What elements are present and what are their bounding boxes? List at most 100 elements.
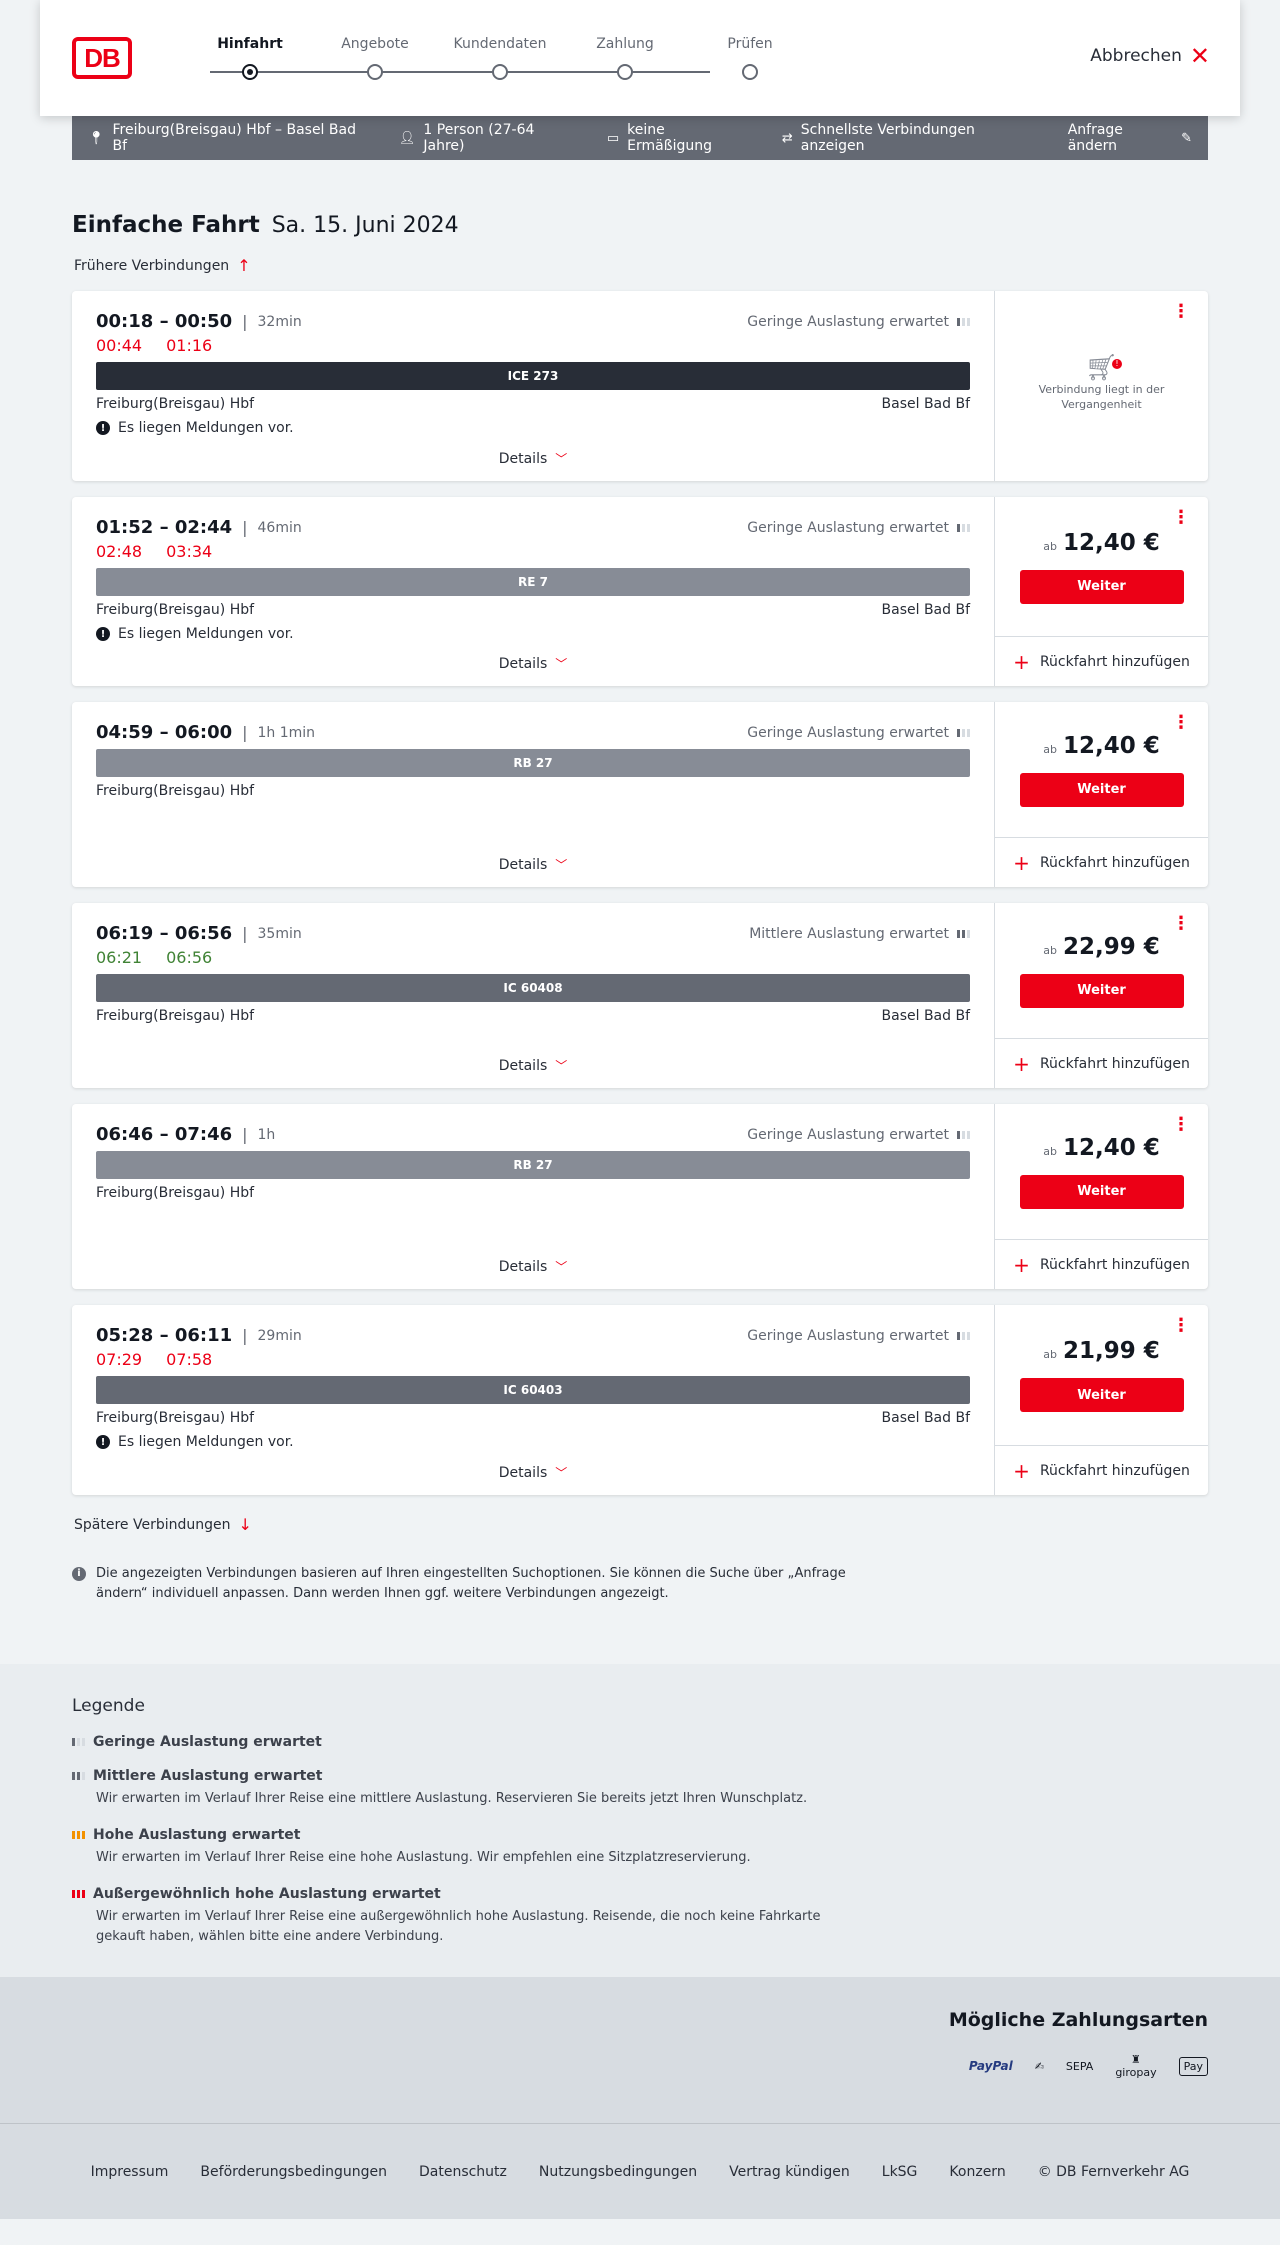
- more-options-icon[interactable]: ⋮: [1172, 509, 1190, 527]
- price: ab 12,40 €: [1043, 733, 1160, 759]
- train-bar[interactable]: RE 7: [96, 568, 970, 596]
- notice: ! Es liegen Meldungen vor.: [96, 419, 970, 437]
- occupancy-indicator: Geringe Auslastung erwartet: [747, 1127, 970, 1143]
- from-station: Freiburg(Breisgau) Hbf: [96, 396, 255, 412]
- add-return-button[interactable]: + Rückfahrt hinzufügen: [995, 636, 1208, 686]
- earlier-connections-link[interactable]: Frühere Verbindungen ↑: [74, 256, 1208, 275]
- continue-button[interactable]: Weiter: [1019, 973, 1184, 1008]
- footer-link-lksg[interactable]: LkSG: [882, 2164, 918, 2180]
- details-toggle[interactable]: Details ﹀: [72, 1057, 994, 1074]
- train-bar[interactable]: RB 27: [96, 749, 970, 777]
- trip-date: Sa. 15. Juni 2024: [271, 213, 459, 238]
- add-return-label: Rückfahrt hinzufügen: [1039, 1462, 1190, 1479]
- from-station: Freiburg(Breisgau) Hbf: [96, 602, 255, 618]
- page-title: Einfache Fahrt Sa. 15. Juni 2024: [72, 212, 1208, 238]
- more-options-icon[interactable]: ⋮: [1172, 303, 1190, 321]
- paypal-logo: PayPal: [968, 2059, 1013, 2073]
- more-options-icon[interactable]: ⋮: [1172, 1116, 1190, 1134]
- connection-info: 06:46 – 07:46 | 1h Geringe Auslastung er…: [72, 1104, 994, 1289]
- price: ab 12,40 €: [1043, 530, 1160, 556]
- continue-button[interactable]: Weiter: [1019, 569, 1184, 604]
- earlier-label: Frühere Verbindungen: [74, 257, 230, 274]
- train-bar[interactable]: RB 27: [96, 1151, 970, 1179]
- alert-icon: !: [96, 627, 110, 641]
- chevron-down-icon: ﹀: [555, 452, 568, 466]
- add-return-label: Rückfahrt hinzufügen: [1039, 1256, 1190, 1273]
- more-options-icon[interactable]: ⋮: [1172, 714, 1190, 732]
- more-options-icon[interactable]: ⋮: [1172, 915, 1190, 933]
- footer-link-vertrag-kuendigen[interactable]: Vertrag kündigen: [729, 2164, 850, 2180]
- step-pruefen[interactable]: Prüfen: [690, 36, 810, 80]
- cancel-label: Abbrechen: [1090, 46, 1182, 66]
- results-main: Einfache Fahrt Sa. 15. Juni 2024 Frühere…: [72, 212, 1208, 1604]
- to-station: Basel Bad Bf: [881, 1008, 970, 1024]
- step-dot: [492, 64, 508, 80]
- step-hinfahrt[interactable]: Hinfahrt: [190, 36, 310, 80]
- continue-button[interactable]: Weiter: [1019, 1174, 1184, 1209]
- occupancy-text: Geringe Auslastung erwartet: [747, 1328, 949, 1344]
- notice-text: Es liegen Meldungen vor.: [118, 1434, 294, 1450]
- add-return-button[interactable]: + Rückfahrt hinzufügen: [995, 837, 1208, 887]
- details-toggle[interactable]: Details ﹀: [72, 856, 994, 873]
- details-label: Details: [498, 1258, 548, 1275]
- realtime-departure: 06:21: [96, 948, 143, 967]
- chevron-down-icon: ﹀: [555, 858, 568, 872]
- payment-methods-section: Mögliche Zahlungsarten PayPal ✍︎ SEPA ♜ g…: [0, 1977, 1280, 2123]
- footer-link-konzern[interactable]: Konzern: [949, 2164, 1005, 2180]
- cancel-button[interactable]: Abbrechen ✕: [1090, 44, 1210, 68]
- from-station: Freiburg(Breisgau) Hbf: [96, 783, 255, 799]
- continue-button[interactable]: Weiter: [1019, 1378, 1184, 1412]
- continue-button[interactable]: Weiter: [1019, 772, 1184, 807]
- from-station: Freiburg(Breisgau) Hbf: [96, 1185, 255, 1201]
- price-value: 21,99 €: [1062, 1338, 1160, 1364]
- more-options-icon[interactable]: ⋮: [1172, 1317, 1190, 1335]
- footer-link-datenschutz[interactable]: Datenschutz: [419, 2164, 507, 2180]
- train-bar[interactable]: IC 60403: [96, 1376, 970, 1404]
- offer-panel: ⋮ ab 12,40 € Weiter + Rückfahrt hinzufüg…: [994, 497, 1208, 686]
- train-bar[interactable]: ICE 273: [96, 362, 970, 390]
- later-connections-link[interactable]: Spätere Verbindungen ↓: [74, 1515, 1208, 1534]
- occupancy-indicator: Geringe Auslastung erwartet: [747, 520, 970, 536]
- giropay-label: giropay: [1115, 2066, 1157, 2079]
- location-pin-icon: 📍︎: [88, 130, 105, 146]
- connection-card: 06:46 – 07:46 | 1h Geringe Auslastung er…: [72, 1104, 1208, 1289]
- details-toggle[interactable]: Details ﹀: [72, 1464, 994, 1481]
- step-kundendaten[interactable]: Kundendaten: [440, 36, 560, 80]
- chevron-down-icon: ﹀: [555, 1059, 568, 1073]
- step-angebote[interactable]: Angebote: [315, 36, 435, 80]
- footer-link-impressum[interactable]: Impressum: [91, 2164, 169, 2180]
- add-return-label: Rückfahrt hinzufügen: [1039, 653, 1190, 670]
- change-request-button[interactable]: Anfrage ändern ✎: [1068, 122, 1192, 154]
- step-dot: [617, 64, 633, 80]
- details-toggle[interactable]: Details ﹀: [72, 1258, 994, 1275]
- swap-arrows-icon: ⇄: [781, 130, 793, 146]
- legend-item-title: Geringe Auslastung erwartet: [93, 1734, 322, 1750]
- departure-arrival: 00:18 – 00:50: [96, 311, 233, 332]
- connection-info: 06:19 – 06:56 | 35min Mittlere Auslastun…: [72, 903, 994, 1088]
- bahncard-icon: ▭: [606, 130, 620, 146]
- footer-link-nutzungsbedingungen[interactable]: Nutzungsbedingungen: [539, 2164, 697, 2180]
- add-return-button[interactable]: + Rückfahrt hinzufügen: [995, 1038, 1208, 1088]
- details-toggle[interactable]: Details ﹀: [72, 655, 994, 672]
- offer-panel: ⋮ ab 12,40 € Weiter + Rückfahrt hinzufüg…: [994, 1104, 1208, 1289]
- step-zahlung[interactable]: Zahlung: [565, 36, 685, 80]
- giropay-icon: ♜: [1131, 2053, 1141, 2066]
- add-return-button[interactable]: + Rückfahrt hinzufügen: [995, 1445, 1208, 1495]
- change-request-label: Anfrage ändern: [1067, 122, 1123, 154]
- train-bar[interactable]: IC 60408: [96, 974, 970, 1002]
- footer-link-befoerderungsbedingungen[interactable]: Beförderungsbedingungen: [200, 2164, 387, 2180]
- connection-info: 01:52 – 02:44 | 46min Geringe Auslastung…: [72, 497, 994, 686]
- chevron-down-icon: ﹀: [555, 657, 568, 671]
- details-toggle[interactable]: Details ﹀: [72, 450, 994, 467]
- past-text: Verbindung liegt in der Vergangenheit: [1038, 382, 1165, 411]
- passenger-text: 1 Person (27-64 Jahre): [423, 122, 535, 154]
- realtime-departure: 02:48: [96, 542, 143, 561]
- details-label: Details: [498, 450, 548, 467]
- price-prefix: ab: [1043, 742, 1057, 756]
- add-return-button[interactable]: + Rückfahrt hinzufügen: [995, 1239, 1208, 1289]
- connection-info: 00:18 – 00:50 | 32min Geringe Auslastung…: [72, 291, 994, 481]
- price-value: 22,99 €: [1062, 933, 1160, 960]
- price-prefix: ab: [1043, 1144, 1057, 1158]
- db-logo[interactable]: DB: [72, 37, 132, 79]
- offer-panel: ⋮ ab 21,99 € Weiter + Rückfahrt hinzufüg…: [994, 1305, 1208, 1495]
